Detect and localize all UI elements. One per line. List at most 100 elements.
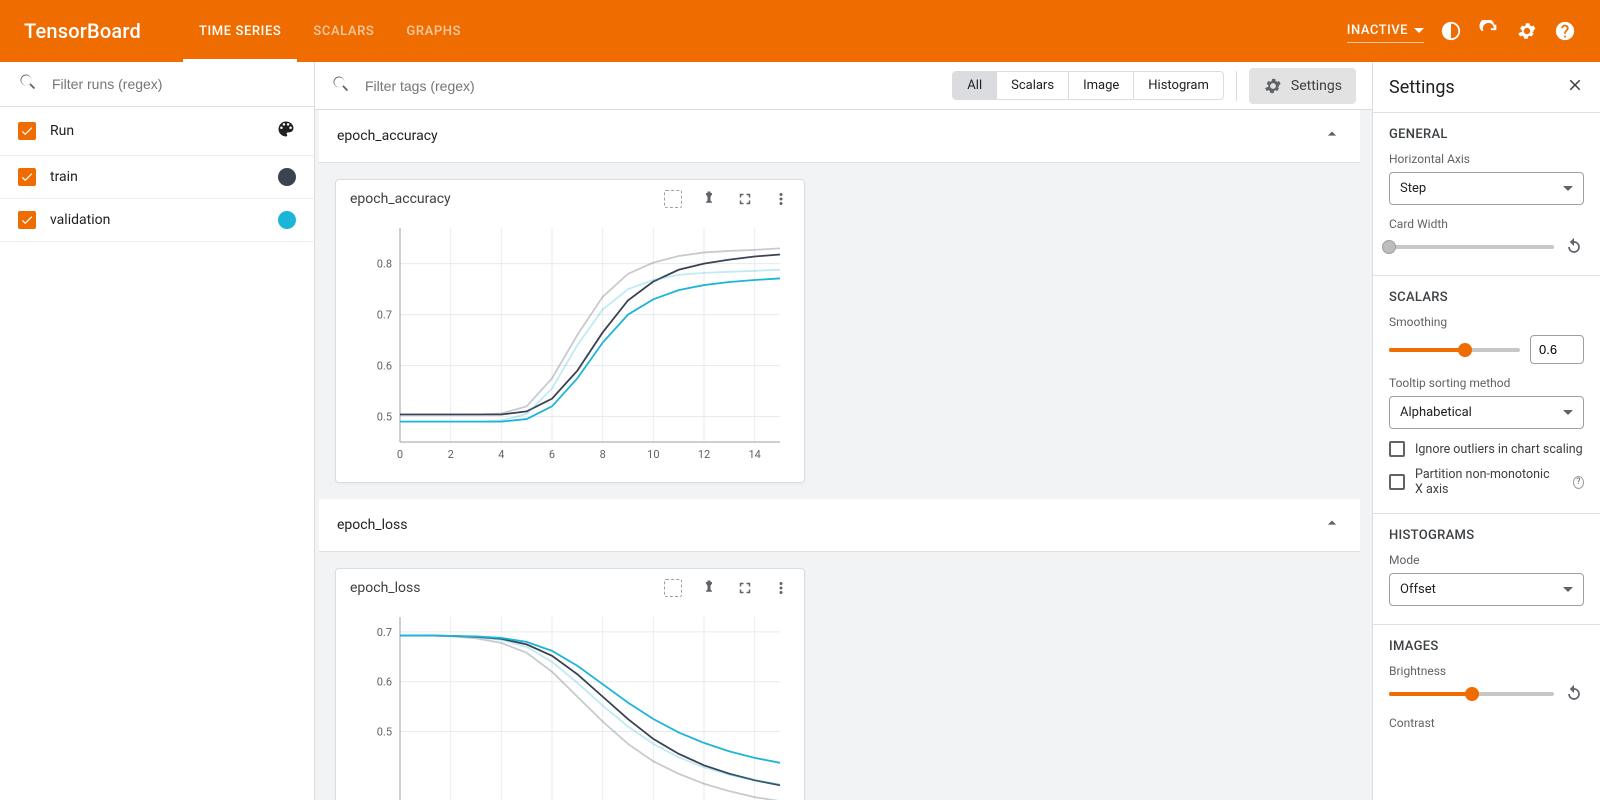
haxis-select[interactable]: Step xyxy=(1389,172,1584,205)
search-icon xyxy=(331,74,351,98)
pin-icon[interactable] xyxy=(700,190,718,208)
gear-icon[interactable] xyxy=(1516,20,1538,42)
settings-button[interactable]: Settings xyxy=(1249,68,1356,104)
svg-text:0: 0 xyxy=(397,448,403,461)
fit-domain-icon[interactable] xyxy=(664,579,682,597)
partition-x-checkbox[interactable]: Partition non-monotonic X axis ? xyxy=(1389,467,1584,497)
more-vert-icon[interactable] xyxy=(772,190,790,208)
settings-panel: Settings GENERAL Horizontal Axis Step Ca… xyxy=(1372,62,1600,800)
main-toolbar: All Scalars Image Histogram Settings xyxy=(315,62,1372,110)
tooltip-sort-select[interactable]: Alphabetical xyxy=(1389,396,1584,429)
close-icon[interactable] xyxy=(1566,76,1584,98)
svg-text:0.5: 0.5 xyxy=(377,725,392,738)
fullscreen-icon[interactable] xyxy=(736,190,754,208)
fullscreen-icon[interactable] xyxy=(736,579,754,597)
chip-histogram[interactable]: Histogram xyxy=(1134,72,1223,99)
nav-tabs: TIME SERIES SCALARS GRAPHS xyxy=(183,0,477,62)
ignore-outliers-checkbox[interactable]: Ignore outliers in chart scaling xyxy=(1389,441,1584,457)
smoothing-input[interactable] xyxy=(1530,335,1584,364)
charts-content: epoch_accuracy epoch_accuracy xyxy=(315,110,1372,800)
svg-text:6: 6 xyxy=(549,448,555,461)
tab-scalars[interactable]: SCALARS xyxy=(297,0,390,62)
svg-text:0.7: 0.7 xyxy=(377,309,392,322)
checkbox-train[interactable] xyxy=(18,168,36,186)
help-icon[interactable] xyxy=(1554,20,1576,42)
tab-time-series[interactable]: TIME SERIES xyxy=(183,0,297,62)
checkbox-icon xyxy=(1389,441,1405,457)
brightness-slider[interactable] xyxy=(1389,692,1554,696)
main-area: All Scalars Image Histogram Settings epo… xyxy=(315,62,1372,800)
svg-text:12: 12 xyxy=(698,448,710,461)
search-icon xyxy=(18,72,38,96)
settings-title: Settings xyxy=(1389,77,1566,98)
section-images-label: IMAGES xyxy=(1389,639,1584,654)
chart-card-loss: epoch_loss 0.50.60.702468101214 xyxy=(335,568,805,800)
filter-runs-input[interactable] xyxy=(52,76,296,92)
run-row-train[interactable]: train xyxy=(0,156,314,199)
partition-x-label: Partition non-monotonic X axis xyxy=(1415,467,1559,497)
runs-header-label: Run xyxy=(50,123,262,139)
svg-text:4: 4 xyxy=(498,448,504,461)
palette-icon[interactable] xyxy=(276,119,296,143)
smoothing-label: Smoothing xyxy=(1389,315,1584,329)
group-header-accuracy[interactable]: epoch_accuracy xyxy=(319,110,1360,163)
refresh-icon[interactable] xyxy=(1478,20,1500,42)
logo: TensorBoard xyxy=(24,19,141,43)
ignore-outliers-label: Ignore outliers in chart scaling xyxy=(1415,442,1583,457)
brightness-label: Brightness xyxy=(1389,664,1584,678)
chart-accuracy[interactable]: 0.50.60.70.802468101214 xyxy=(336,212,804,482)
chip-scalars[interactable]: Scalars xyxy=(997,72,1069,99)
svg-text:0.7: 0.7 xyxy=(377,626,392,639)
smoothing-slider[interactable] xyxy=(1389,348,1520,352)
more-vert-icon[interactable] xyxy=(772,579,790,597)
chip-image[interactable]: Image xyxy=(1069,72,1134,99)
hist-mode-label: Mode xyxy=(1389,553,1584,567)
reload-mode-value: INACTIVE xyxy=(1347,23,1408,38)
chevron-up-icon xyxy=(1322,513,1342,537)
group-header-loss[interactable]: epoch_loss xyxy=(319,499,1360,552)
svg-text:14: 14 xyxy=(748,448,760,461)
filter-tags-input[interactable] xyxy=(365,78,940,94)
runs-sidebar: Run train validation xyxy=(0,62,315,800)
tab-graphs[interactable]: GRAPHS xyxy=(390,0,477,62)
tooltip-sort-label: Tooltip sorting method xyxy=(1389,376,1584,390)
group-title: epoch_loss xyxy=(337,517,1322,533)
theme-toggle-icon[interactable] xyxy=(1440,20,1462,42)
section-general-label: GENERAL xyxy=(1389,127,1584,142)
contrast-label: Contrast xyxy=(1389,716,1584,730)
runs-header-row[interactable]: Run xyxy=(0,107,314,156)
run-label-train: train xyxy=(50,169,264,185)
card-width-slider[interactable] xyxy=(1389,245,1554,249)
hist-mode-select[interactable]: Offset xyxy=(1389,573,1584,606)
haxis-label: Horizontal Axis xyxy=(1389,152,1584,166)
group-title: epoch_accuracy xyxy=(337,128,1322,144)
run-row-validation[interactable]: validation xyxy=(0,199,314,242)
run-color-validation[interactable] xyxy=(278,211,296,229)
svg-text:10: 10 xyxy=(647,448,659,461)
svg-text:8: 8 xyxy=(600,448,606,461)
app-header: TensorBoard TIME SERIES SCALARS GRAPHS I… xyxy=(0,0,1600,62)
card-width-label: Card Width xyxy=(1389,217,1584,231)
checkbox-all-runs[interactable] xyxy=(18,122,36,140)
chevron-down-icon xyxy=(1563,587,1573,592)
pin-icon[interactable] xyxy=(700,579,718,597)
section-scalars-label: SCALARS xyxy=(1389,290,1584,305)
reset-icon[interactable] xyxy=(1564,237,1584,257)
svg-text:0.8: 0.8 xyxy=(377,258,392,271)
haxis-value: Step xyxy=(1400,181,1426,196)
chip-all[interactable]: All xyxy=(953,72,997,99)
checkbox-validation[interactable] xyxy=(18,211,36,229)
run-label-validation: validation xyxy=(50,212,264,228)
reload-mode-select[interactable]: INACTIVE xyxy=(1347,19,1424,43)
help-icon[interactable]: ? xyxy=(1573,476,1584,489)
hist-mode-value: Offset xyxy=(1400,582,1436,597)
chart-loss[interactable]: 0.50.60.702468101214 xyxy=(336,601,804,800)
run-color-train[interactable] xyxy=(278,168,296,186)
checkbox-icon xyxy=(1389,474,1405,490)
svg-text:2: 2 xyxy=(448,448,454,461)
chevron-down-icon xyxy=(1563,186,1573,191)
fit-domain-icon[interactable] xyxy=(664,190,682,208)
svg-text:0.6: 0.6 xyxy=(377,360,392,373)
card-title: epoch_loss xyxy=(350,580,664,596)
reset-icon[interactable] xyxy=(1564,684,1584,704)
